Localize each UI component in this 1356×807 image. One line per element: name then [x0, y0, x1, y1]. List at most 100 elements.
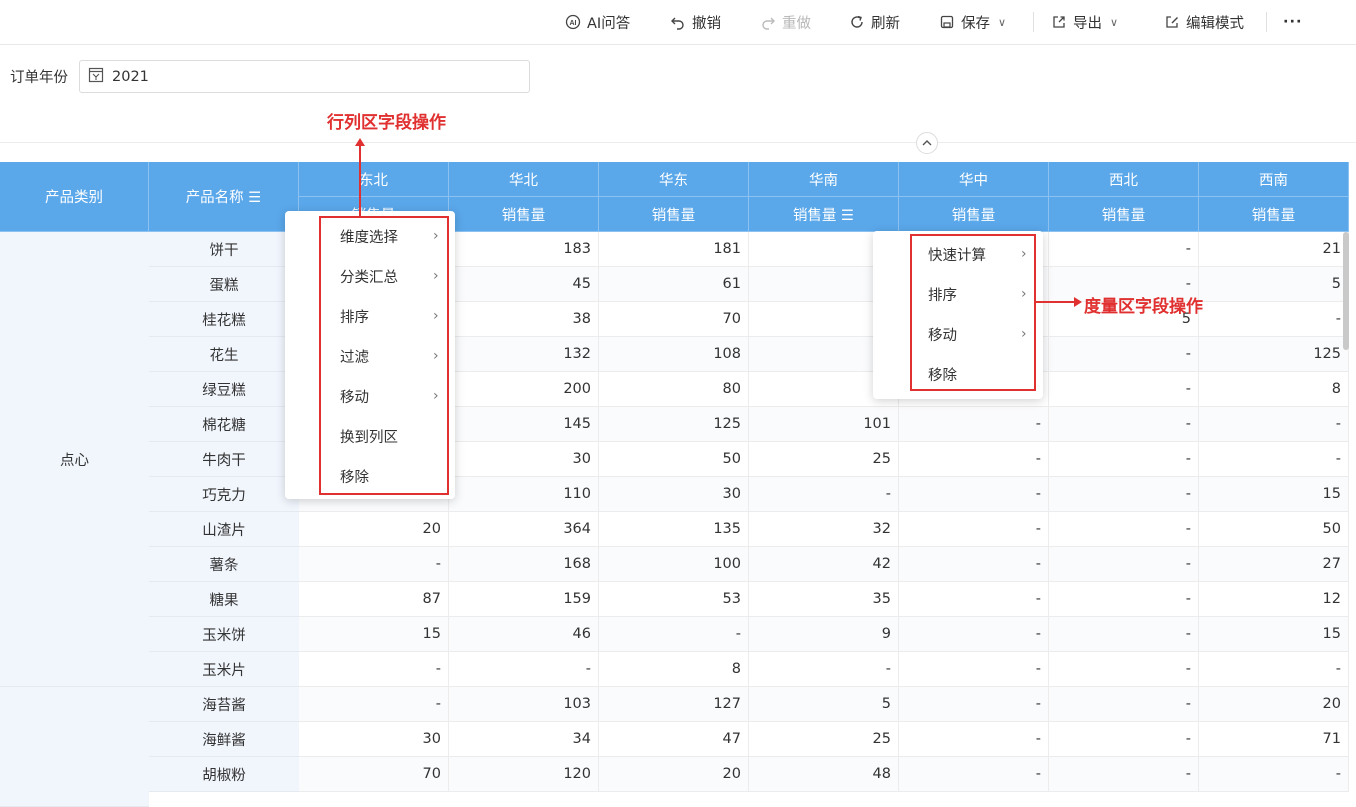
- menu-item[interactable]: 过滤 ›: [285, 336, 455, 376]
- value-cell[interactable]: -: [899, 477, 1049, 512]
- value-cell[interactable]: -: [1049, 337, 1199, 372]
- header-category[interactable]: 产品类别: [0, 162, 149, 232]
- value-cell[interactable]: -: [899, 547, 1049, 582]
- value-cell[interactable]: 25: [749, 722, 899, 757]
- year-filter-select[interactable]: 2021: [79, 60, 530, 93]
- product-name-cell[interactable]: 海鲜酱: [149, 722, 299, 757]
- measure-header[interactable]: 销售量: [449, 197, 599, 232]
- product-name-cell[interactable]: 玉米片: [149, 652, 299, 687]
- value-cell[interactable]: 46: [449, 617, 599, 652]
- menu-item[interactable]: 快速计算 ›: [873, 234, 1043, 274]
- value-cell[interactable]: -: [1199, 652, 1349, 687]
- value-cell[interactable]: -: [599, 617, 749, 652]
- value-cell[interactable]: 101: [749, 407, 899, 442]
- value-cell[interactable]: -: [1049, 442, 1199, 477]
- menu-item[interactable]: 排序 ›: [285, 296, 455, 336]
- value-cell[interactable]: 20: [299, 512, 449, 547]
- region-header[interactable]: 华东: [599, 162, 749, 197]
- measure-header[interactable]: 销售量: [899, 197, 1049, 232]
- value-cell[interactable]: -: [1049, 617, 1199, 652]
- value-cell[interactable]: -: [899, 512, 1049, 547]
- value-cell[interactable]: -: [1049, 232, 1199, 267]
- menu-item[interactable]: 分类汇总 ›: [285, 256, 455, 296]
- product-name-cell[interactable]: 山渣片: [149, 512, 299, 547]
- value-cell[interactable]: -: [1049, 757, 1199, 792]
- value-cell[interactable]: 50: [1199, 512, 1349, 547]
- value-cell[interactable]: -: [1049, 477, 1199, 512]
- edit-mode-button[interactable]: 编辑模式: [1164, 0, 1244, 44]
- value-cell[interactable]: 32: [749, 512, 899, 547]
- value-cell[interactable]: 183: [449, 232, 599, 267]
- value-cell[interactable]: -: [1049, 687, 1199, 722]
- value-cell[interactable]: 200: [449, 372, 599, 407]
- header-product-name[interactable]: 产品名称 ☰: [149, 162, 299, 232]
- value-cell[interactable]: 61: [599, 267, 749, 302]
- value-cell[interactable]: 48: [749, 757, 899, 792]
- value-cell[interactable]: 108: [599, 337, 749, 372]
- value-cell[interactable]: 125: [599, 407, 749, 442]
- product-name-cell[interactable]: 玉米饼: [149, 617, 299, 652]
- value-cell[interactable]: 21: [1199, 232, 1349, 267]
- vertical-scrollbar[interactable]: [1343, 232, 1349, 350]
- product-name-cell[interactable]: 海苔酱: [149, 687, 299, 722]
- value-cell[interactable]: 15: [1199, 477, 1349, 512]
- export-button[interactable]: 导出 ∨: [1051, 0, 1118, 44]
- value-cell[interactable]: 132: [449, 337, 599, 372]
- value-cell[interactable]: -: [299, 687, 449, 722]
- measure-header[interactable]: 销售量 ☰: [749, 197, 899, 232]
- value-cell[interactable]: 100: [599, 547, 749, 582]
- value-cell[interactable]: -: [749, 477, 899, 512]
- product-name-cell[interactable]: 巧克力: [149, 477, 299, 512]
- region-header[interactable]: 华中: [899, 162, 1049, 197]
- value-cell[interactable]: 110: [449, 477, 599, 512]
- menu-item[interactable]: 换到列区: [285, 416, 455, 456]
- value-cell[interactable]: 364: [449, 512, 599, 547]
- value-cell[interactable]: -: [899, 757, 1049, 792]
- product-name-cell[interactable]: 蛋糕: [149, 267, 299, 302]
- menu-item[interactable]: 移动 ›: [873, 314, 1043, 354]
- value-cell[interactable]: 70: [299, 757, 449, 792]
- measure-header[interactable]: 销售量: [1199, 197, 1349, 232]
- value-cell[interactable]: -: [1199, 302, 1349, 337]
- product-name-cell[interactable]: 糖果: [149, 582, 299, 617]
- value-cell[interactable]: -: [899, 407, 1049, 442]
- value-cell[interactable]: -: [1049, 652, 1199, 687]
- value-cell[interactable]: -: [299, 547, 449, 582]
- redo-button[interactable]: 重做: [760, 0, 811, 44]
- value-cell[interactable]: 70: [599, 302, 749, 337]
- value-cell[interactable]: -: [1199, 757, 1349, 792]
- product-name-cell[interactable]: 棉花糖: [149, 407, 299, 442]
- value-cell[interactable]: 5: [749, 687, 899, 722]
- product-name-cell[interactable]: 桂花糕: [149, 302, 299, 337]
- collapse-button[interactable]: [916, 132, 938, 154]
- value-cell[interactable]: 145: [449, 407, 599, 442]
- value-cell[interactable]: 87: [299, 582, 449, 617]
- product-name-cell[interactable]: 饼干: [149, 232, 299, 267]
- menu-item[interactable]: 移除: [285, 456, 455, 496]
- value-cell[interactable]: -: [299, 652, 449, 687]
- value-cell[interactable]: 47: [599, 722, 749, 757]
- value-cell[interactable]: -: [449, 652, 599, 687]
- value-cell[interactable]: 45: [449, 267, 599, 302]
- value-cell[interactable]: 9: [749, 617, 899, 652]
- ai-qa-button[interactable]: AI AI问答: [565, 0, 630, 44]
- region-header[interactable]: 华北: [449, 162, 599, 197]
- value-cell[interactable]: -: [899, 687, 1049, 722]
- product-name-cell[interactable]: 牛肉干: [149, 442, 299, 477]
- value-cell[interactable]: -: [1199, 442, 1349, 477]
- menu-item[interactable]: 排序 ›: [873, 274, 1043, 314]
- value-cell[interactable]: 12: [1199, 582, 1349, 617]
- value-cell[interactable]: 42: [749, 547, 899, 582]
- value-cell[interactable]: 120: [449, 757, 599, 792]
- value-cell[interactable]: -: [899, 722, 1049, 757]
- value-cell[interactable]: 8: [599, 652, 749, 687]
- value-cell[interactable]: 127: [599, 687, 749, 722]
- value-cell[interactable]: -: [1049, 547, 1199, 582]
- value-cell[interactable]: -: [1049, 407, 1199, 442]
- value-cell[interactable]: -: [899, 442, 1049, 477]
- value-cell[interactable]: -: [1049, 372, 1199, 407]
- product-name-cell[interactable]: 花生: [149, 337, 299, 372]
- value-cell[interactable]: 135: [599, 512, 749, 547]
- menu-item[interactable]: 维度选择 ›: [285, 216, 455, 256]
- value-cell[interactable]: 30: [599, 477, 749, 512]
